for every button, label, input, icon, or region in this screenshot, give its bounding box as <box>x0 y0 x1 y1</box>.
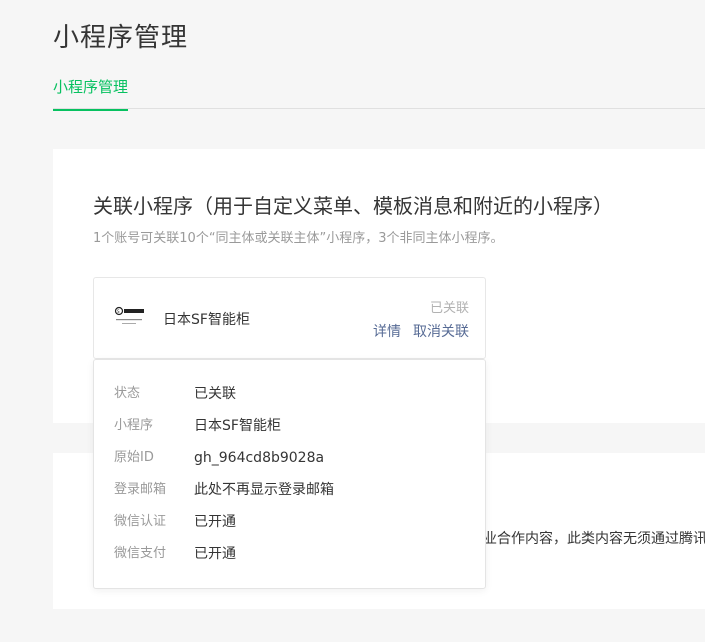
section-description: 1个账号可关联10个“同主体或关联主体”小程序，3个非同主体小程序。 <box>93 231 504 246</box>
page-title: 小程序管理 <box>53 23 189 53</box>
tab-miniprogram-management[interactable]: 小程序管理 <box>53 76 129 111</box>
details-link[interactable]: 详情 <box>373 324 401 340</box>
detail-label: 状态 <box>114 386 141 401</box>
section-partial-text: 业合作内容，此类内容无须通过腾讯 <box>483 531 705 547</box>
detail-label: 小程序 <box>114 418 154 433</box>
detail-label: 微信认证 <box>114 514 167 529</box>
detail-label: 登录邮箱 <box>114 482 167 497</box>
section-title: 关联小程序（用于自定义菜单、模板消息和附近的小程序） <box>93 194 613 218</box>
sf-express-logo-icon: S <box>114 306 146 330</box>
detail-value: 日本SF智能柜 <box>194 418 281 434</box>
link-status: 已关联 <box>429 301 469 316</box>
svg-text:S: S <box>117 309 120 314</box>
detail-value: 此处不再显示登录邮箱 <box>194 482 334 498</box>
detail-label: 原始ID <box>114 450 154 465</box>
detail-label: 微信支付 <box>114 546 167 561</box>
detail-value: 已开通 <box>194 546 236 562</box>
linked-miniprogram-item: S 日本SF智能柜 已关联 详情 取消关联 <box>93 277 486 359</box>
miniprogram-name: 日本SF智能柜 <box>163 312 250 328</box>
item-actions: 详情 取消关联 <box>361 321 469 341</box>
detail-value: gh_964cd8b9028a <box>194 450 325 466</box>
detail-value: 已开通 <box>194 514 236 530</box>
detail-value: 已关联 <box>194 386 236 402</box>
miniprogram-detail-popover: 状态 已关联 小程序 日本SF智能柜 原始ID gh_964cd8b9028a … <box>93 359 486 589</box>
unlink-link[interactable]: 取消关联 <box>413 324 469 340</box>
tab-bar: 小程序管理 <box>53 68 705 111</box>
